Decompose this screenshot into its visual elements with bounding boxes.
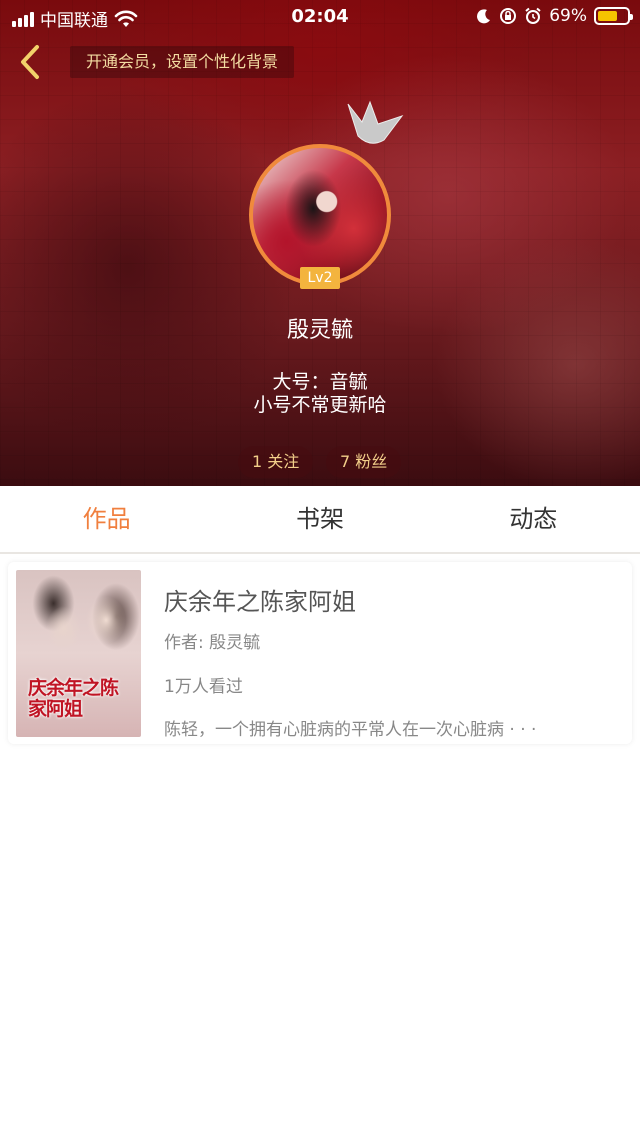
- tab-works[interactable]: 作品: [0, 486, 213, 552]
- tab-bookshelf[interactable]: 书架: [213, 486, 426, 552]
- book-cover[interactable]: 庆余年之陈家阿姐: [16, 570, 141, 737]
- book-description: 陈轻，一个拥有心脏病的平常人在一次心脏病 · · ·: [164, 720, 537, 740]
- book-author: 作者: 殷灵毓: [164, 633, 261, 653]
- works-list: 庆余年之陈家阿姐 庆余年之陈家阿姐 作者: 殷灵毓 1万人看过 陈轻，一个拥有心…: [0, 556, 640, 1138]
- battery-fill: [598, 11, 618, 21]
- profile-tabs: 作品 书架 动态: [0, 486, 640, 554]
- book-title[interactable]: 庆余年之陈家阿姐: [164, 582, 356, 617]
- bio: 大号：音毓 小号不常更新哈: [0, 371, 640, 417]
- battery-percent: 69%: [549, 6, 587, 26]
- status-right: 69%: [476, 6, 633, 26]
- moon-icon: [477, 9, 491, 24]
- status-bar: 中国联通 02:04 69%: [0, 0, 640, 34]
- cover-title: 庆余年之陈家阿姐: [28, 677, 119, 720]
- vip-background-banner[interactable]: 开通会员，设置个性化背景: [70, 46, 295, 78]
- bio-line: 大号：音毓: [272, 371, 368, 393]
- list-item[interactable]: 庆余年之陈家阿姐 庆余年之陈家阿姐 作者: 殷灵毓 1万人看过 陈轻，一个拥有心…: [8, 562, 632, 744]
- bio-line: 小号不常更新哈: [253, 394, 387, 416]
- profile-header: 中国联通 02:04 69% 开通会员，设置个性化背景 Lv2 殷灵毓 大号：音…: [0, 0, 640, 486]
- back-button[interactable]: [12, 44, 48, 80]
- book-read-count: 1万人看过: [164, 677, 243, 697]
- level-badge: Lv2: [300, 267, 340, 289]
- tab-activity[interactable]: 动态: [427, 486, 640, 552]
- battery-icon: [594, 7, 633, 25]
- avatar[interactable]: [249, 144, 391, 286]
- alarm-icon: [525, 7, 541, 24]
- fans-count[interactable]: 7 粉丝: [326, 446, 402, 478]
- chevron-left-icon: [21, 45, 39, 79]
- avatar-image: [249, 144, 391, 286]
- rotation-lock-icon: [500, 8, 517, 24]
- following-count[interactable]: 1 关注: [238, 446, 314, 478]
- username: 殷灵毓: [286, 318, 353, 343]
